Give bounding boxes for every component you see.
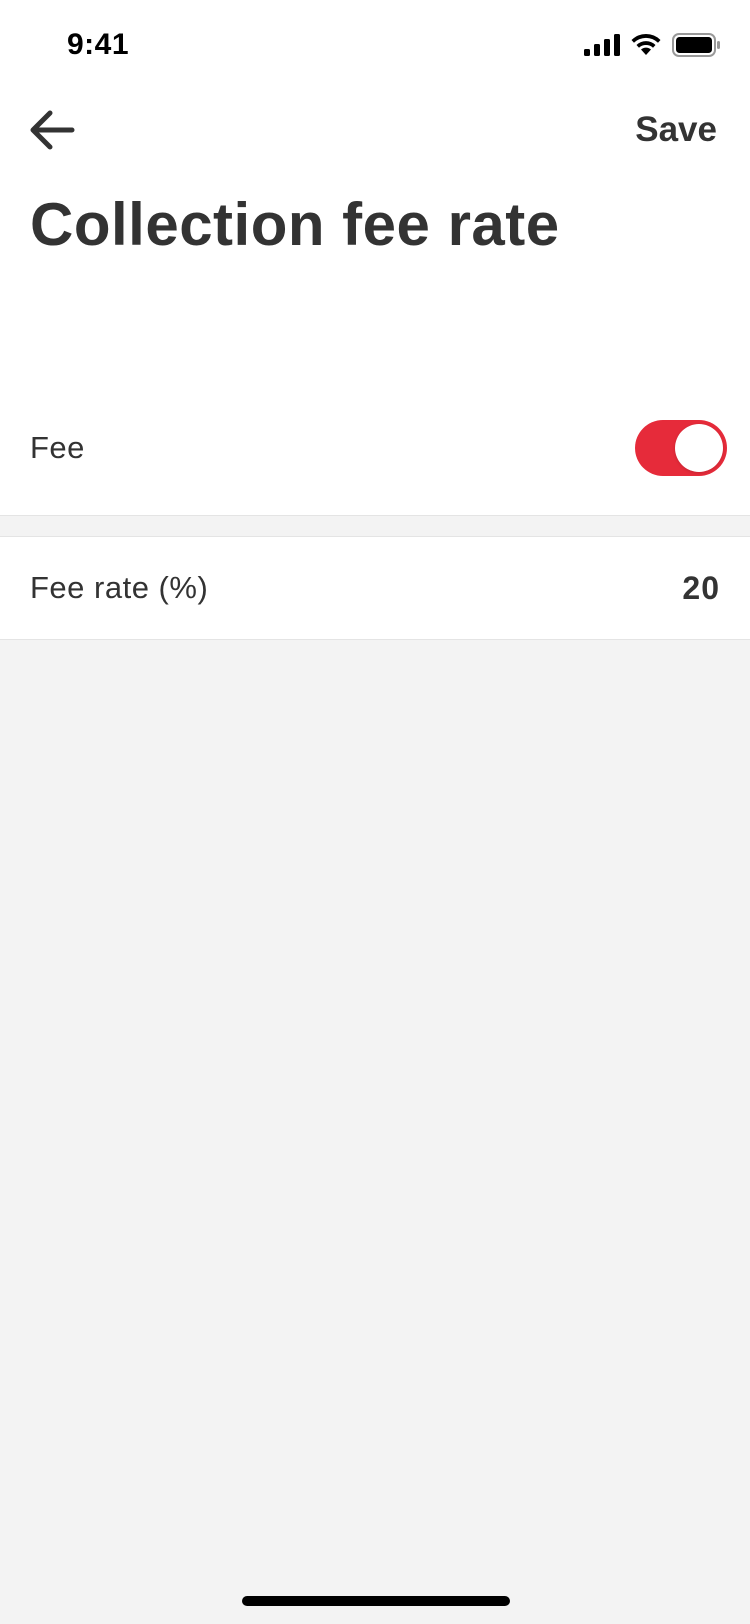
save-button[interactable]: Save [635, 110, 717, 150]
home-indicator [242, 1596, 510, 1606]
fee-toggle[interactable] [635, 419, 727, 476]
signal-icon [584, 34, 620, 56]
page-title: Collection fee rate [30, 191, 560, 258]
fee-rate-row[interactable]: Fee rate (%) 20 [0, 536, 750, 640]
battery-icon [672, 33, 720, 57]
back-button[interactable] [22, 100, 82, 160]
status-time: 9:41 [67, 28, 130, 61]
toggle-knob [675, 423, 723, 472]
fee-row: Fee [0, 380, 750, 516]
fee-rate-value: 20 [682, 569, 720, 606]
wifi-icon [630, 33, 662, 57]
fee-rate-label: Fee rate (%) [30, 570, 209, 605]
screen: 9:41 Save Collection fee rate Fee Fee ra… [0, 0, 750, 1624]
arrow-left-icon [30, 110, 75, 150]
status-icons [584, 30, 720, 60]
fee-label: Fee [30, 429, 85, 465]
